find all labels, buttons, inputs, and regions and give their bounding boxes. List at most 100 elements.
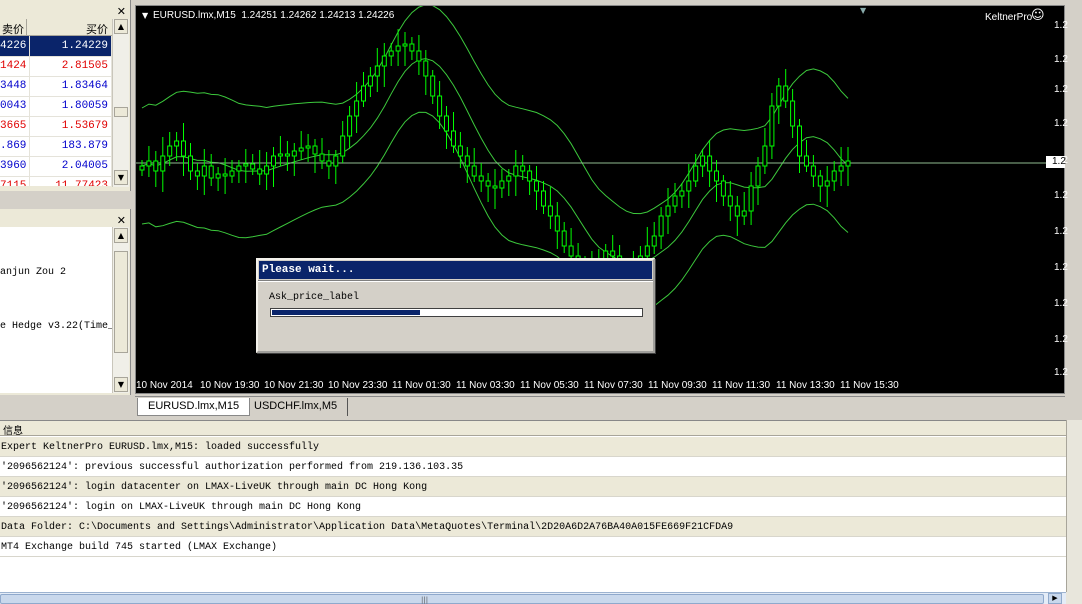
candle-body <box>776 85 782 107</box>
quote-row[interactable]: 3960 2.04005 <box>0 156 112 177</box>
candle-body <box>319 153 325 162</box>
candle-body <box>208 165 214 179</box>
candle-body <box>714 170 719 182</box>
size-grip[interactable] <box>1066 592 1082 604</box>
log-row[interactable]: Expert KeltnerPro EURUSD.lmx,M15: loaded… <box>0 437 1066 457</box>
candle-body <box>409 43 415 52</box>
candle-body <box>298 147 304 152</box>
scroll-right-icon[interactable]: ▶ <box>1048 593 1062 604</box>
quote-row[interactable]: 3448 1.83464 <box>0 76 112 97</box>
candle-body <box>271 155 276 167</box>
candle-body <box>312 145 318 155</box>
candle-body <box>305 145 311 149</box>
candle-body <box>257 168 263 175</box>
close-icon[interactable]: ✕ <box>117 215 126 226</box>
candle-body <box>831 170 837 182</box>
column-message-header[interactable]: 信息 <box>3 422 23 437</box>
smiley-icon[interactable]: ☺ <box>1031 8 1045 23</box>
log-row[interactable]: MT4 Exchange build 745 started (LMAX Exc… <box>0 537 1066 557</box>
quote-ask: 1.83464 <box>29 76 112 97</box>
time-tick-label: 11 Nov 01:30 <box>392 380 451 391</box>
candle-body <box>471 165 477 177</box>
candle-body <box>658 215 664 237</box>
time-tick-label: 10 Nov 23:30 <box>328 380 388 391</box>
quote-ask: 1.53679 <box>29 116 112 137</box>
quote-row[interactable]: 4226 1.24229 <box>0 36 112 57</box>
tab-usdchf-m5[interactable]: USDCHF.lmx,M5 <box>244 398 349 416</box>
terminal-hscrollbar[interactable]: ||| ▶ <box>0 592 1066 604</box>
candle-body <box>451 130 456 147</box>
dialog-title-bar[interactable]: Please wait... <box>259 261 652 279</box>
candle-body <box>277 153 283 157</box>
hscroll-thumb[interactable]: ||| <box>0 594 1044 604</box>
quotes-table-wrap: 4226 1.24229 1424 2.81505 3448 1.83464 0043 1.8… <box>0 36 112 186</box>
scroll-thumb[interactable] <box>114 251 128 353</box>
scroll-down-icon[interactable]: ▼ <box>114 170 128 185</box>
log-row[interactable]: '2096562124': login on LMAX-LiveUK throu… <box>0 497 1066 517</box>
tab-eurusd-m15[interactable]: EURUSD.lmx,M15 <box>137 398 251 416</box>
candle-body <box>153 160 159 172</box>
navigator-item-account[interactable]: anjun Zou 2 <box>0 267 66 278</box>
quote-row[interactable]: .869 183.879 <box>0 136 112 157</box>
expert-name-label: KeltnerPro <box>985 12 1033 23</box>
chart-menu-triangle-icon[interactable]: ▼ <box>142 11 148 20</box>
candle-body <box>361 85 366 102</box>
candle-body <box>534 180 539 192</box>
quote-row[interactable]: 7115 11.77423 <box>0 176 112 186</box>
price-tick-label: 1.2 <box>1054 54 1068 65</box>
scroll-thumb[interactable] <box>114 107 128 117</box>
candle-body <box>506 175 512 182</box>
progress-bar <box>270 308 643 317</box>
dialog-separator <box>258 280 653 282</box>
candle-body <box>464 155 470 167</box>
candle-body <box>423 60 429 77</box>
quote-bid: 4226 <box>0 36 31 57</box>
chart-header-info: EURUSD.lmx,M15 1.24251 1.24262 1.24213 1… <box>153 10 395 21</box>
close-icon[interactable]: ✕ <box>117 6 126 17</box>
current-price-label: 1.2 <box>1046 156 1066 168</box>
quote-row[interactable]: 1424 2.81505 <box>0 56 112 77</box>
candle-body <box>167 145 173 157</box>
candle-body <box>672 195 678 207</box>
scroll-up-icon[interactable]: ▲ <box>114 228 128 243</box>
candle-body <box>430 75 436 97</box>
candle-body <box>444 115 449 132</box>
quote-row[interactable]: 3665 1.53679 <box>0 116 112 137</box>
quote-bid: .869 <box>0 136 31 157</box>
candle-body <box>547 205 553 217</box>
quote-row[interactable]: 0043 1.80059 <box>0 96 112 117</box>
log-row[interactable]: '2096562124': previous successful author… <box>0 457 1066 477</box>
scroll-down-icon[interactable]: ▼ <box>114 377 128 392</box>
quote-bid: 0043 <box>0 96 31 117</box>
candle-body <box>354 100 360 117</box>
candle-body <box>762 145 768 167</box>
chart-scroll-marker: ▼ <box>860 6 867 15</box>
navigator-item-expert[interactable]: e Hedge v3.22(Time_i <box>0 321 112 332</box>
column-bid-header[interactable]: 卖价 <box>2 21 24 37</box>
candle-body <box>817 175 823 187</box>
scroll-up-icon[interactable]: ▲ <box>114 19 128 34</box>
dialog-title: Please wait... <box>262 264 355 276</box>
column-ask-header[interactable]: 买价 <box>86 21 108 37</box>
candle-body <box>160 155 166 172</box>
price-tick-label: 1.2 <box>1054 262 1068 273</box>
quote-bid: 3960 <box>0 156 31 177</box>
quote-ask: 1.80059 <box>29 96 112 117</box>
candle-body <box>810 165 816 177</box>
quote-bid: 3448 <box>0 76 31 97</box>
candle-body <box>416 50 422 62</box>
candle-body <box>485 180 491 187</box>
navigator-scrollbar[interactable]: ▲ ▼ <box>112 227 129 393</box>
candle-body <box>520 165 526 172</box>
log-row[interactable]: '2096562124': login datacenter on LMAX-L… <box>0 477 1066 497</box>
candle-body <box>395 45 401 52</box>
candle-body <box>527 170 533 182</box>
price-tick-label: 1.2 <box>1054 190 1068 201</box>
price-tick-label: 1.2 <box>1054 20 1068 31</box>
time-tick-label: 11 Nov 09:30 <box>648 380 707 391</box>
candle-body <box>845 160 851 167</box>
candle-body <box>838 165 844 172</box>
candle-body <box>201 165 207 177</box>
market-watch-scrollbar[interactable]: ▲ ▼ <box>112 19 129 187</box>
log-row[interactable]: Data Folder: C:\Documents and Settings\A… <box>0 517 1066 537</box>
